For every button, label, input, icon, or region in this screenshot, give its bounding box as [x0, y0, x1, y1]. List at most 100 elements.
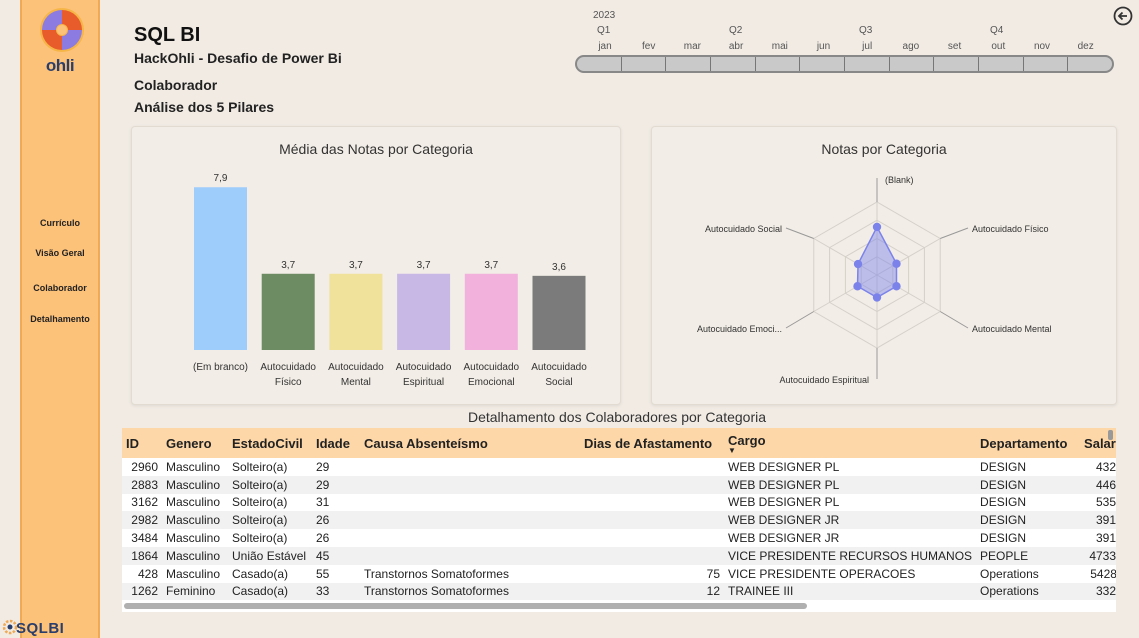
timeline-month-set: set [947, 41, 962, 52]
table-cell [580, 529, 724, 547]
timeline-slider[interactable] [575, 55, 1114, 73]
column-header-4[interactable]: Causa Absenteísmo [360, 428, 580, 458]
column-header-3[interactable]: Idade [312, 428, 360, 458]
table-cell: Transtornos Somatoformes [360, 582, 580, 601]
table-cell [360, 511, 580, 530]
table-cell [360, 529, 580, 547]
bar-category-label: Autocuidado [260, 362, 316, 373]
table-cell: 2982 [122, 511, 162, 530]
bar-4[interactable] [464, 273, 518, 350]
timeline-seg-mai[interactable] [756, 57, 801, 71]
timeline-month-mar: mar [683, 41, 701, 52]
column-header-2[interactable]: EstadoCivil [228, 428, 312, 458]
timeline-month-fev: fev [642, 41, 656, 52]
table-row[interactable]: 3162 Masculino Solteiro(a) 31 WEB DESIGNER P… [122, 494, 1116, 512]
nav-curriculo[interactable]: Currículo [22, 218, 98, 228]
timeline-seg-nov[interactable] [1024, 57, 1069, 71]
radar-axis-label: Autocuidado Mental [972, 324, 1052, 334]
table-cell: 26 [312, 511, 360, 530]
radar-point-0[interactable] [872, 222, 882, 232]
table-cell: 391286 [1080, 511, 1116, 530]
timeline-seg-jun[interactable] [800, 57, 846, 71]
table-cell: DESIGN [980, 531, 1027, 546]
bar-category-label: Autocuidado [463, 362, 519, 373]
table-cell: Masculino [166, 566, 221, 581]
timeline-seg-jan[interactable] [577, 57, 622, 71]
radar-point-1[interactable] [892, 259, 901, 268]
table-cell: 33 [312, 582, 360, 601]
table-row[interactable]: 428 Masculino Casado(a) 55 Transtornos Somat… [122, 565, 1116, 583]
bar-category-label: Espiritual [403, 377, 444, 388]
timeline-month-jul: jul [862, 41, 873, 52]
table-cell: DESIGN [976, 511, 1081, 530]
nav-colaborador[interactable]: Colaborador [22, 283, 98, 293]
radar-axis-label: Autocuidado Espiritual [779, 375, 869, 385]
table-row[interactable]: 3484 Masculino Solteiro(a) 26 WEB DESIGNER J… [122, 529, 1116, 547]
table-cell: Feminino [162, 582, 228, 601]
table-cell: 391286 [1096, 531, 1116, 546]
column-header-7[interactable]: Departamento [976, 428, 1081, 458]
bar-category-label: Físico [275, 377, 302, 388]
table-cell: DESIGN [980, 459, 1027, 474]
column-header-0[interactable]: ID [122, 428, 162, 458]
radar-leader-line [785, 311, 815, 329]
bar-category-label: Autocuidado [328, 362, 384, 373]
bar-3[interactable] [397, 273, 451, 350]
timeline-seg-jul[interactable] [845, 57, 890, 71]
table-cell: 31 [316, 495, 330, 510]
logo-text: ohli [45, 56, 75, 75]
table-cell: 45 [312, 546, 360, 565]
page-subtitle: HackOhli - Desafio de Power Bi [134, 50, 342, 66]
bar-0[interactable] [194, 187, 247, 350]
bar-2[interactable] [329, 273, 383, 350]
timeline-seg-mar[interactable] [666, 57, 712, 71]
timeline-seg-dez[interactable] [1068, 57, 1112, 71]
section-title: Colaborador [134, 77, 218, 93]
column-header-label: EstadoCivil [232, 435, 303, 451]
bar-category-label: Mental [341, 377, 371, 388]
table-cell: Masculino [166, 495, 221, 510]
timeline-month-mai: mai [771, 41, 788, 52]
radar-point-5[interactable] [853, 259, 863, 269]
table-cell [580, 494, 724, 512]
timeline-seg-out[interactable] [979, 57, 1024, 71]
radar-point-2[interactable] [892, 282, 901, 291]
table-cell [580, 458, 724, 476]
bar-value-label: 3,7 [484, 260, 498, 271]
back-arrow-icon[interactable] [1113, 6, 1133, 26]
table-row[interactable]: 2883 Masculino Solteiro(a) 29 WEB DESIGNER P… [122, 475, 1116, 494]
radar-series-area[interactable] [856, 225, 898, 299]
column-header-1[interactable]: Genero [162, 428, 228, 458]
table-row[interactable]: 1864 Masculino União Estável 45 VICE PRESIDE… [122, 546, 1116, 565]
radar-point-4[interactable] [853, 282, 862, 291]
table-cell: Solteiro(a) [228, 511, 312, 530]
table-horizontal-scrollbar[interactable] [124, 603, 807, 609]
timeline-seg-fev[interactable] [622, 57, 667, 71]
bar-1[interactable] [261, 273, 315, 350]
bar-value-label: 3,7 [349, 260, 363, 271]
table-row[interactable]: 1262 Feminino Casado(a) 33 Transtornos Somat… [122, 582, 1116, 601]
table-row[interactable]: 2960 Masculino Solteiro(a) 29 WEB DESIGNER P… [122, 458, 1116, 476]
table-cell: 1864 [122, 546, 162, 565]
column-header-5[interactable]: Dias de Afastamento [580, 428, 724, 458]
timeline-seg-abr[interactable] [711, 57, 756, 71]
radar-point-3[interactable] [872, 293, 882, 302]
column-header-label: Dias de Afastamento [584, 435, 713, 451]
timeline-q3: Q3 [859, 25, 873, 36]
radar-axis-label: Autocuidado Emoci... [697, 324, 782, 334]
column-header-6[interactable]: Cargo ▼ [724, 428, 977, 458]
nav-visao-geral[interactable]: Visão Geral [22, 248, 98, 258]
bar-category-label: Autocuidado [531, 362, 587, 373]
table-cell [580, 546, 724, 565]
bar-5[interactable] [532, 275, 586, 350]
timeline-year: 2023 [593, 10, 616, 21]
timeline-seg-ago[interactable] [890, 57, 935, 71]
nav-detalhamento[interactable]: Detalhamento [22, 314, 98, 324]
table-cell: 55 [316, 566, 330, 581]
timeline-month-dez: dez [1077, 41, 1094, 52]
table-vertical-scrollbar[interactable] [1108, 430, 1113, 440]
table-cell: 5428115 [1090, 566, 1116, 581]
timeline-seg-set[interactable] [934, 57, 980, 71]
table-row[interactable]: 2982 Masculino Solteiro(a) 26 WEB DESIGNER J… [122, 511, 1116, 530]
table-cell [360, 494, 580, 512]
